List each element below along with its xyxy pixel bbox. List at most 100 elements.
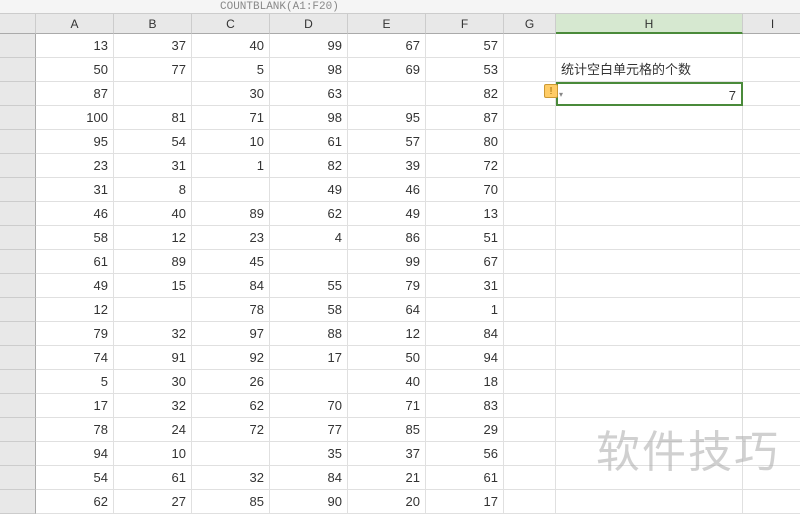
cell[interactable]: 17: [36, 394, 114, 418]
cell[interactable]: [504, 34, 556, 58]
cell[interactable]: 84: [270, 466, 348, 490]
cell[interactable]: [743, 58, 800, 82]
cell[interactable]: 64: [348, 298, 426, 322]
cell[interactable]: [743, 418, 800, 442]
cell[interactable]: 49: [270, 178, 348, 202]
cell[interactable]: [743, 370, 800, 394]
cell[interactable]: [556, 250, 743, 274]
cell[interactable]: [114, 82, 192, 106]
cell[interactable]: [743, 178, 800, 202]
cell[interactable]: 30: [114, 370, 192, 394]
row-header[interactable]: [0, 490, 36, 514]
cell[interactable]: [743, 490, 800, 514]
cell[interactable]: 55: [270, 274, 348, 298]
cell[interactable]: 15: [114, 274, 192, 298]
cell[interactable]: 81: [114, 106, 192, 130]
cell[interactable]: 69: [348, 58, 426, 82]
row-header[interactable]: [0, 58, 36, 82]
cell[interactable]: 1: [192, 154, 270, 178]
col-header-F[interactable]: F: [426, 14, 504, 34]
cell[interactable]: 94: [426, 346, 504, 370]
col-header-C[interactable]: C: [192, 14, 270, 34]
col-header-E[interactable]: E: [348, 14, 426, 34]
cell[interactable]: 62: [192, 394, 270, 418]
cell[interactable]: 20: [348, 490, 426, 514]
cell[interactable]: 23: [192, 226, 270, 250]
cell[interactable]: 10: [114, 442, 192, 466]
corner-select-all[interactable]: [0, 14, 36, 34]
row-header[interactable]: [0, 178, 36, 202]
cell[interactable]: 8: [114, 178, 192, 202]
cell[interactable]: 84: [192, 274, 270, 298]
active-cell[interactable]: 7: [556, 82, 743, 106]
cell[interactable]: [270, 370, 348, 394]
cell[interactable]: 72: [426, 154, 504, 178]
cell[interactable]: [504, 58, 556, 82]
cell[interactable]: [504, 322, 556, 346]
cell[interactable]: [114, 298, 192, 322]
cell[interactable]: 4: [270, 226, 348, 250]
cell[interactable]: 88: [270, 322, 348, 346]
cell[interactable]: 92: [192, 346, 270, 370]
cell[interactable]: 82: [270, 154, 348, 178]
cell[interactable]: [504, 178, 556, 202]
cell[interactable]: 31: [36, 178, 114, 202]
cell[interactable]: [743, 82, 800, 106]
cell[interactable]: 12: [36, 298, 114, 322]
label-cell[interactable]: 统计空白单元格的个数: [556, 58, 743, 82]
cell[interactable]: 58: [36, 226, 114, 250]
cell[interactable]: [556, 370, 743, 394]
cell[interactable]: [504, 394, 556, 418]
cell[interactable]: [504, 490, 556, 514]
col-header-A[interactable]: A: [36, 14, 114, 34]
col-header-D[interactable]: D: [270, 14, 348, 34]
cell[interactable]: [270, 250, 348, 274]
cell[interactable]: [192, 178, 270, 202]
cell[interactable]: 37: [114, 34, 192, 58]
cell[interactable]: [504, 370, 556, 394]
cell[interactable]: [556, 298, 743, 322]
cell[interactable]: 31: [426, 274, 504, 298]
cell[interactable]: 71: [192, 106, 270, 130]
col-header-I[interactable]: I: [743, 14, 800, 34]
cell[interactable]: [743, 322, 800, 346]
row-header[interactable]: [0, 442, 36, 466]
cell[interactable]: [743, 154, 800, 178]
cell[interactable]: 72: [192, 418, 270, 442]
cell[interactable]: 30: [192, 82, 270, 106]
cell[interactable]: 70: [270, 394, 348, 418]
cell[interactable]: 31: [114, 154, 192, 178]
cell[interactable]: 70: [426, 178, 504, 202]
cell[interactable]: [743, 298, 800, 322]
cell[interactable]: 79: [348, 274, 426, 298]
cell[interactable]: 82: [426, 82, 504, 106]
cell[interactable]: 67: [426, 250, 504, 274]
cell[interactable]: 26: [192, 370, 270, 394]
cell[interactable]: 37: [348, 442, 426, 466]
cell[interactable]: 61: [36, 250, 114, 274]
cell[interactable]: [556, 346, 743, 370]
cell[interactable]: 13: [426, 202, 504, 226]
col-header-B[interactable]: B: [114, 14, 192, 34]
cell[interactable]: 27: [114, 490, 192, 514]
cell[interactable]: 77: [270, 418, 348, 442]
cell[interactable]: [743, 274, 800, 298]
cell[interactable]: [504, 130, 556, 154]
cell[interactable]: 18: [426, 370, 504, 394]
cell[interactable]: 32: [114, 322, 192, 346]
cell[interactable]: 61: [270, 130, 348, 154]
cell[interactable]: 78: [36, 418, 114, 442]
cell[interactable]: 12: [114, 226, 192, 250]
cell[interactable]: [743, 130, 800, 154]
cell[interactable]: [556, 274, 743, 298]
cell[interactable]: 39: [348, 154, 426, 178]
row-header[interactable]: [0, 106, 36, 130]
cell[interactable]: 67: [348, 34, 426, 58]
row-header[interactable]: [0, 370, 36, 394]
cell[interactable]: 83: [426, 394, 504, 418]
cell[interactable]: 54: [114, 130, 192, 154]
cell[interactable]: [556, 178, 743, 202]
cell[interactable]: 90: [270, 490, 348, 514]
row-header[interactable]: [0, 466, 36, 490]
cell[interactable]: 63: [270, 82, 348, 106]
